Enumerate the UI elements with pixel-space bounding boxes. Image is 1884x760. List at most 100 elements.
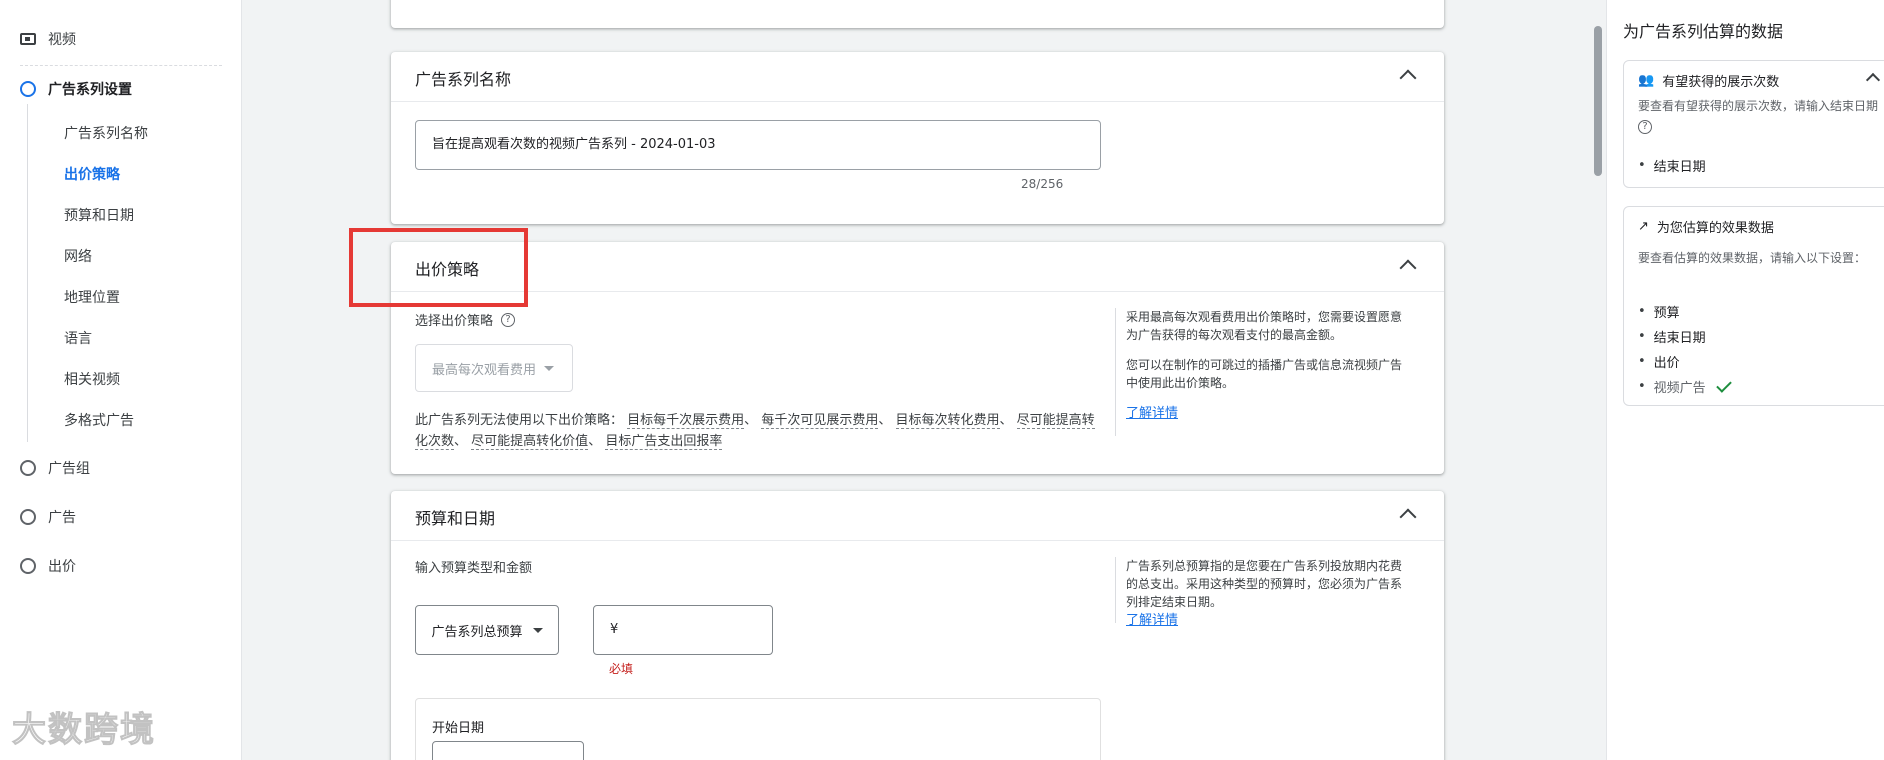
video-camera-icon <box>20 33 36 45</box>
checkmark-icon <box>1715 376 1732 393</box>
unavailable-strategies-text: 此广告系列无法使用以下出价策略： 目标每千次展示费用、 每千次可见展示费用、 目… <box>415 410 1105 452</box>
impressions-body-text: 要查看有望获得的展示次数，请输入结束日期 <box>1638 99 1879 113</box>
help-text: 广告系列总预算指的是您要在广告系列投放期内花费的总支出。采用这种类型的预算时，您… <box>1126 559 1403 609</box>
sidebar-step-label: 广告系列设置 <box>48 82 132 98</box>
sidebar-step-label: 广告组 <box>48 461 90 477</box>
impressions-requirements: 结束日期 <box>1638 153 1706 178</box>
learn-more-link[interactable]: 了解详情 <box>1126 406 1178 421</box>
performance-body: 要查看估算的效果数据，请输入以下设置： <box>1638 251 1867 265</box>
performance-title: 为您估算的效果数据 <box>1656 221 1774 236</box>
left-sidebar: 视频 广告系列设置 广告系列名称 出价策略 预算和日期 网络 地理位置 语言 相… <box>0 0 242 760</box>
card-title: 广告系列名称 <box>415 70 512 89</box>
budget-type-select[interactable]: 广告系列总预算 <box>415 605 559 655</box>
requirement-done-label: 视频广告 <box>1653 381 1706 396</box>
start-date-input[interactable] <box>432 741 584 760</box>
impressions-header: 👥 有望获得的展示次数 <box>1638 71 1779 90</box>
list-separator: 、 <box>744 413 758 428</box>
character-counter: 28/256 <box>1021 177 1064 191</box>
help-icon[interactable]: ? <box>1638 120 1652 134</box>
collapse-chevron-icon[interactable] <box>1399 259 1417 277</box>
sidebar-step-ads[interactable]: 广告 <box>20 505 76 529</box>
unavailable-prefix: 此广告系列无法使用以下出价策略： <box>415 413 624 428</box>
step-ring-icon <box>20 81 36 97</box>
budget-type-value: 广告系列总预算 <box>431 624 523 640</box>
dropdown-arrow-icon <box>532 627 543 633</box>
sidebar-sub-campaign-name[interactable]: 广告系列名称 <box>64 124 148 144</box>
unavailable-strategy[interactable]: 每千次可见展示费用 <box>761 413 879 429</box>
learn-more-link[interactable]: 了解详情 <box>1126 613 1178 628</box>
sidebar-step-campaign-settings[interactable]: 广告系列设置 <box>20 77 132 101</box>
step-ring-icon <box>20 509 36 525</box>
card-header: 出价策略 <box>391 242 1444 292</box>
card-title: 预算和日期 <box>415 509 496 528</box>
impressions-body: 要查看有望获得的展示次数，请输入结束日期 ? <box>1638 97 1878 135</box>
estimates-panel-title: 为广告系列估算的数据 <box>1623 22 1784 41</box>
sidebar-sub-multiformat-ads[interactable]: 多格式广告 <box>64 411 134 431</box>
dropdown-arrow-icon <box>544 365 555 371</box>
budget-amount-input[interactable]: ¥ <box>593 605 773 655</box>
sidebar-sub-bid-strategy[interactable]: 出价策略 <box>64 165 120 185</box>
step-ring-icon <box>20 460 36 476</box>
unavailable-strategy[interactable]: 目标每千次展示费用 <box>627 413 745 429</box>
sidebar-video-label: 视频 <box>48 32 76 48</box>
previous-card-bottom <box>391 0 1444 28</box>
budget-prompt: 输入预算类型和金额 <box>415 557 532 576</box>
budget-prompt-text: 输入预算类型和金额 <box>415 561 533 576</box>
page-scrollbar[interactable] <box>1594 26 1602 176</box>
budget-help-panel: 广告系列总预算指的是您要在广告系列投放期内花费的总支出。采用这种类型的预算时，您… <box>1115 557 1405 628</box>
bid-strategy-label: 选择出价策略 <box>415 314 494 329</box>
help-icon[interactable]: ? <box>501 312 516 327</box>
sidebar-sub-locations[interactable]: 地理位置 <box>64 288 120 308</box>
list-separator: 、 <box>454 434 468 449</box>
unavailable-strategy[interactable]: 目标每次转化费用 <box>895 413 1000 429</box>
performance-requirements: 预算 结束日期 出价 视频广告 <box>1638 299 1732 399</box>
performance-card: ↗ 为您估算的效果数据 要查看估算的效果数据，请输入以下设置： 预算 结束日期 … <box>1623 206 1884 406</box>
list-separator: 、 <box>999 413 1013 428</box>
budget-dates-card: 预算和日期 输入预算类型和金额 广告系列总预算 ¥ 必填 广告系列总预算指的是您… <box>391 491 1444 760</box>
people-icon: 👥 <box>1638 73 1655 88</box>
requirement-item-done: 视频广告 <box>1638 374 1732 399</box>
requirement-item: 结束日期 <box>1638 324 1728 349</box>
sidebar-sub-related-videos[interactable]: 相关视频 <box>64 370 120 390</box>
bid-strategy-label-row: 选择出价策略 ? <box>415 310 516 329</box>
sidebar-step-ad-group[interactable]: 广告组 <box>20 456 90 480</box>
sidebar-sub-networks[interactable]: 网络 <box>64 247 92 267</box>
sidebar-sub-languages[interactable]: 语言 <box>64 329 92 349</box>
unavailable-strategy[interactable]: 目标广告支出回报率 <box>605 434 723 450</box>
collapse-chevron-icon[interactable] <box>1865 72 1881 88</box>
requirement-item: 预算 <box>1638 299 1728 324</box>
list-separator: 、 <box>588 434 602 449</box>
start-date-section: 开始日期 <box>415 698 1101 760</box>
watermark-logo: 大数跨境 <box>12 710 156 751</box>
impressions-title: 有望获得的展示次数 <box>1662 75 1780 90</box>
sidebar-video-item[interactable]: 视频 <box>20 28 76 50</box>
campaign-name-card: 广告系列名称 旨在提高观看次数的视频广告系列 - 2024-01-03 28/2… <box>391 52 1444 224</box>
requirement-item: 出价 <box>1638 349 1728 374</box>
collapse-chevron-icon[interactable] <box>1399 508 1417 526</box>
sidebar-step-label: 出价 <box>48 559 76 575</box>
estimates-panel: 为广告系列估算的数据 👥 有望获得的展示次数 要查看有望获得的展示次数，请输入结… <box>1606 0 1884 760</box>
performance-header: ↗ 为您估算的效果数据 <box>1638 217 1774 236</box>
required-error-text: 必填 <box>609 662 634 676</box>
collapse-chevron-icon[interactable] <box>1399 69 1417 87</box>
impressions-card: 👥 有望获得的展示次数 要查看有望获得的展示次数，请输入结束日期 ? 结束日期 <box>1623 60 1884 188</box>
sidebar-step-connector <box>27 104 28 442</box>
campaign-name-input[interactable]: 旨在提高观看次数的视频广告系列 - 2024-01-03 <box>415 120 1101 170</box>
bid-strategy-select[interactable]: 最高每次观看费用 <box>415 344 573 392</box>
unavailable-strategy[interactable]: 尽可能提高转化价值 <box>471 434 589 450</box>
sidebar-step-bidding[interactable]: 出价 <box>20 554 76 578</box>
bid-strategy-help-panel: 采用最高每次观看费用出价策略时，您需要设置愿意为广告获得的每次观看支付的最高金额… <box>1115 308 1405 436</box>
step-ring-icon <box>20 558 36 574</box>
help-text: 您可以在制作的可跳过的插播广告或信息流视频广告中使用此出价策略。 <box>1126 358 1403 390</box>
start-date-label: 开始日期 <box>432 721 485 736</box>
requirement-item: 结束日期 <box>1638 153 1706 178</box>
bid-strategy-select-value: 最高每次观看费用 <box>432 362 537 378</box>
trend-icon: ↗ <box>1638 219 1649 234</box>
sidebar-sub-budget-dates[interactable]: 预算和日期 <box>64 206 134 226</box>
card-title: 出价策略 <box>415 260 480 279</box>
bid-strategy-card: 出价策略 选择出价策略 ? 最高每次观看费用 此广告系列无法使用以下出价策略： … <box>391 242 1444 474</box>
card-header: 广告系列名称 <box>391 52 1444 102</box>
help-text: 采用最高每次观看费用出价策略时，您需要设置愿意为广告获得的每次观看支付的最高金额… <box>1126 310 1403 342</box>
currency-symbol: ¥ <box>610 622 619 637</box>
list-separator: 、 <box>878 413 892 428</box>
